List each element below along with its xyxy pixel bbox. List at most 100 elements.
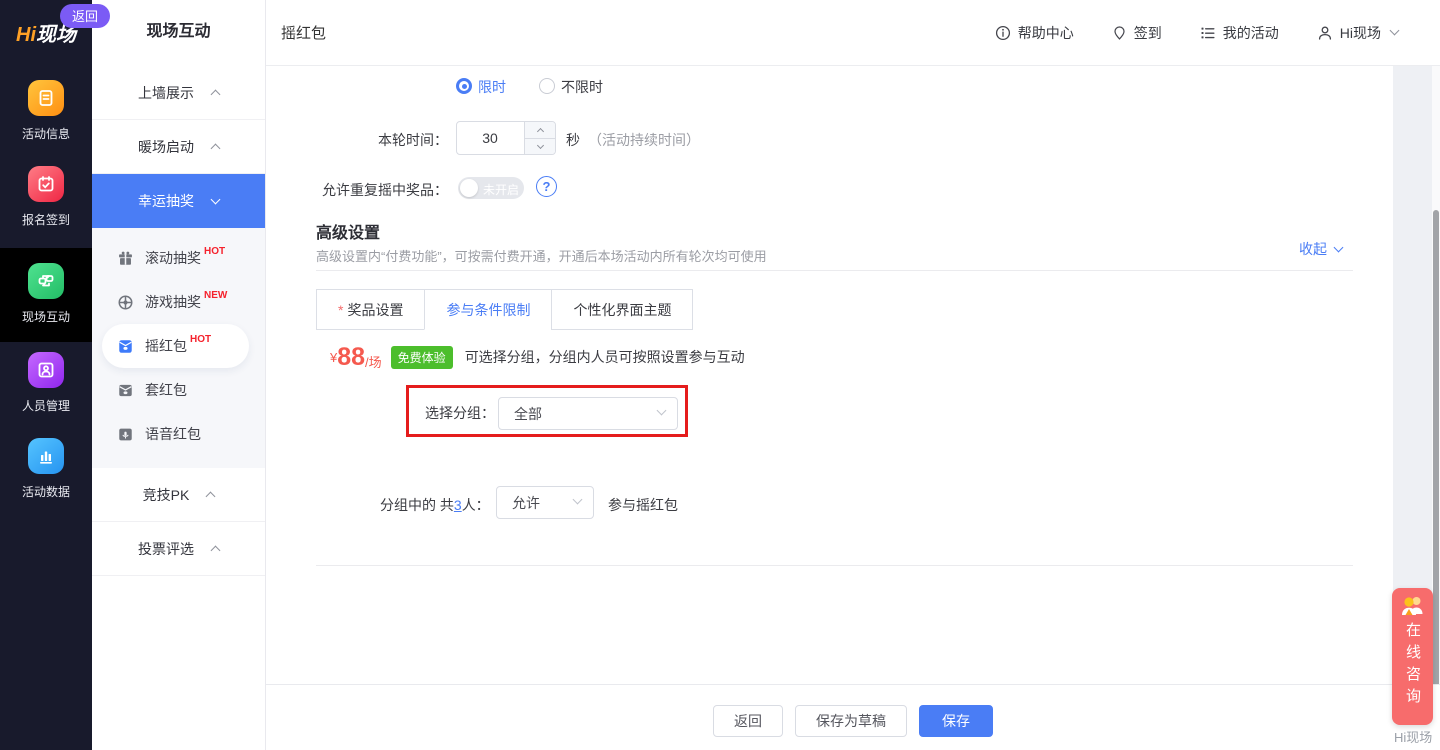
back-footer-button[interactable]: 返回 <box>713 705 783 737</box>
group-count-suffix: 人： <box>462 497 490 513</box>
submenu-item-label: 套红包 <box>145 380 187 400</box>
price-desc: 可选择分组，分组内人员可按照设置参与互动 <box>465 347 745 367</box>
sidebar-item-live-interaction[interactable]: 现场互动 <box>0 248 92 342</box>
voice-packet-icon <box>117 426 134 443</box>
chevron-down-icon <box>573 495 583 505</box>
chevron-down-icon <box>1390 26 1400 36</box>
interaction-icon <box>28 263 64 299</box>
submenu-item-shake-red-packet[interactable]: 摇红包 HOT <box>102 324 249 368</box>
round-time-hint: （活动持续时间） <box>588 130 700 150</box>
sidebar-item-label: 人员管理 <box>0 397 92 414</box>
price-amount: 88 <box>337 345 365 370</box>
group-count-prefix: 分组中的 共 <box>380 497 454 513</box>
submenu-item-label: 语音红包 <box>145 424 201 444</box>
submenu-item-nested-red-packet[interactable]: 套红包 <box>92 368 265 412</box>
radio-unlimited-time[interactable] <box>539 78 555 94</box>
collapse-label: 收起 <box>1299 239 1327 259</box>
account-label: Hi现场 <box>1340 23 1381 43</box>
online-consult-widget[interactable]: 在线咨询 <box>1392 588 1433 725</box>
footer-buttons: 返回 保存为草稿 保存 <box>266 705 1440 737</box>
sidebar-item-label: 活动信息 <box>0 125 92 142</box>
menu-group-label: 上墙展示 <box>138 83 194 103</box>
permission-dropdown[interactable]: 允许 <box>496 486 594 519</box>
calendar-check-icon <box>28 166 64 202</box>
sidebar-item-label: 活动数据 <box>0 483 92 500</box>
group-count-link[interactable]: 3 <box>454 497 462 513</box>
document-icon <box>28 80 64 116</box>
round-time-input[interactable] <box>457 122 523 154</box>
lucky-draw-submenu: 滚动抽奖 HOT 游戏抽奖 NEW 摇红包 HOT 套红包 语音红包 <box>92 228 265 468</box>
sidebar-item-signup-checkin[interactable]: 报名签到 <box>0 166 92 228</box>
radio-limited-time[interactable] <box>456 78 472 94</box>
question-help-icon[interactable]: ? <box>536 176 557 197</box>
submenu-item-rolling-draw[interactable]: 滚动抽奖 HOT <box>92 236 265 280</box>
advanced-settings-title: 高级设置 <box>316 219 380 243</box>
logo-hi: Hi <box>16 24 36 46</box>
chevron-up-icon <box>211 546 221 556</box>
submenu-item-game-draw[interactable]: 游戏抽奖 NEW <box>92 280 265 324</box>
menu-group-wall-display[interactable]: 上墙展示 <box>92 66 265 120</box>
submenu-item-voice-red-packet[interactable]: 语音红包 <box>92 412 265 456</box>
sidebar-item-label: 现场互动 <box>0 308 92 325</box>
menu-group-pk[interactable]: 竞技PK <box>92 468 265 522</box>
chat-users-icon <box>1400 595 1426 617</box>
group-select-dropdown[interactable]: 全部 <box>498 397 678 430</box>
advanced-settings-desc: 高级设置内“付费功能”，可按需付费开通，开通后本场活动内所有轮次均可使用 <box>316 246 767 265</box>
tab-prize-settings[interactable]: * 奖品设置 <box>316 289 425 330</box>
save-button[interactable]: 保存 <box>919 705 993 737</box>
sidebar-item-personnel[interactable]: 人员管理 <box>0 352 92 414</box>
chevron-down-icon <box>657 406 667 416</box>
required-mark: * <box>338 302 343 318</box>
my-activities-link[interactable]: 我的活动 <box>1200 23 1279 43</box>
signin-link[interactable]: 签到 <box>1112 23 1162 43</box>
menu-group-vote[interactable]: 投票评选 <box>92 522 265 576</box>
save-draft-button[interactable]: 保存为草稿 <box>795 705 907 737</box>
menu-group-label: 幸运抽奖 <box>138 191 194 211</box>
topbar-right: 帮助中心 签到 我的活动 Hi现场 <box>995 23 1398 43</box>
sidebar-item-label: 报名签到 <box>0 211 92 228</box>
menu-group-label: 投票评选 <box>138 539 194 559</box>
number-stepper <box>524 122 555 154</box>
sub-sidebar-title: 现场互动 <box>92 0 265 66</box>
group-select-label: 选择分组： <box>425 403 495 423</box>
toggle-knob <box>460 179 478 197</box>
round-time-input-wrap <box>456 121 556 155</box>
stepper-up-button[interactable] <box>525 122 555 138</box>
settings-tabs: * 奖品设置 参与条件限制 个性化界面主题 <box>316 289 693 330</box>
tab-label: 参与条件限制 <box>446 300 530 320</box>
radio-unlimited-label[interactable]: 不限时 <box>561 77 603 97</box>
sidebar-item-activity-info[interactable]: 活动信息 <box>0 80 92 142</box>
menu-group-warmup[interactable]: 暖场启动 <box>92 120 265 174</box>
gift-icon <box>117 250 134 267</box>
collapse-link[interactable]: 收起 <box>1299 239 1342 259</box>
repeat-prize-toggle[interactable]: 未开启 <box>458 177 524 199</box>
chevron-up-icon <box>206 492 216 502</box>
location-pin-icon <box>1112 25 1127 41</box>
chevron-down-icon <box>211 194 221 204</box>
sidebar-item-activity-data[interactable]: 活动数据 <box>0 438 92 500</box>
price-per: /场 <box>365 352 382 371</box>
submenu-item-label: 摇红包 <box>145 336 187 356</box>
tab-ui-theme[interactable]: 个性化界面主题 <box>551 289 693 330</box>
my-activities-label: 我的活动 <box>1223 23 1279 43</box>
nested-packet-icon <box>117 382 134 399</box>
watermark: Hi现场 <box>1394 727 1432 746</box>
price-row: ¥ 88 /场 免费体验 可选择分组，分组内人员可按照设置参与互动 <box>330 342 745 372</box>
radio-limited-label[interactable]: 限时 <box>478 77 506 97</box>
menu-group-lucky-draw[interactable]: 幸运抽奖 <box>92 174 265 228</box>
submenu-item-label: 滚动抽奖 <box>145 248 201 268</box>
stepper-down-button[interactable] <box>525 138 555 154</box>
main-content: 限时 不限时 本轮时间： 秒 （活动持续时间） 允许重复摇中奖品： 未开启 ? … <box>266 66 1393 684</box>
divider <box>316 565 1353 566</box>
back-button[interactable]: 返回 <box>60 4 110 28</box>
group-count-text: 分组中的 共3人： <box>380 495 490 515</box>
tab-label: 奖品设置 <box>347 300 403 320</box>
help-center-link[interactable]: 帮助中心 <box>995 23 1074 43</box>
user-badge-icon <box>28 352 64 388</box>
bar-chart-icon <box>28 438 64 474</box>
scrollbar-thumb[interactable] <box>1433 210 1439 728</box>
free-trial-badge[interactable]: 免费体验 <box>391 346 453 369</box>
account-menu[interactable]: Hi现场 <box>1317 23 1398 43</box>
red-packet-icon <box>117 338 134 355</box>
tab-participation-limits[interactable]: 参与条件限制 <box>424 289 552 330</box>
